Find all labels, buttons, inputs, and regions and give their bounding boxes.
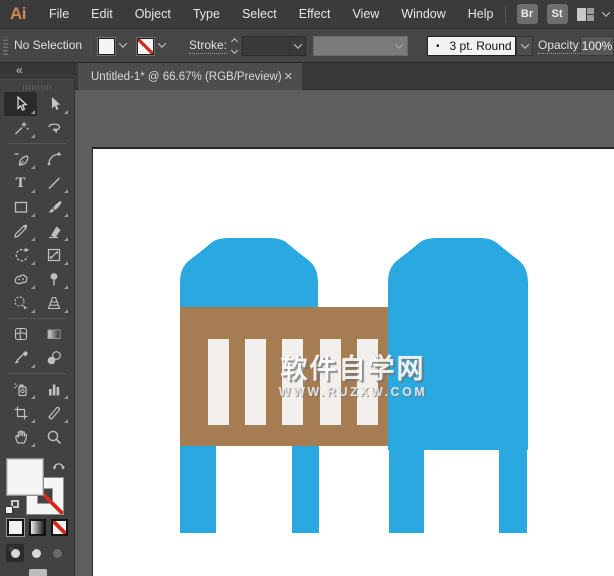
- stroke-weight-dropdown[interactable]: [290, 36, 306, 56]
- stroke-weight-stepper[interactable]: [228, 35, 240, 56]
- draw-inside-button: [48, 544, 66, 562]
- document-tab-bar: Untitled-1* @ 66.67% (RGB/Preview) ✕: [75, 63, 614, 90]
- crib-left-leg-1: [180, 443, 216, 533]
- scale-tool[interactable]: [37, 243, 70, 267]
- blend-tool[interactable]: [37, 346, 70, 370]
- screen-mode-button[interactable]: [29, 569, 47, 576]
- menu-help[interactable]: Help: [457, 0, 505, 29]
- magic-wand-tool[interactable]: [4, 116, 37, 140]
- document-tab-title: Untitled-1* @ 66.67% (RGB/Preview): [78, 71, 282, 83]
- fill-stroke-indicator: [0, 456, 75, 518]
- mesh-tool[interactable]: [4, 322, 37, 346]
- color-mode-buttons: [0, 519, 75, 536]
- none-button[interactable]: [51, 519, 68, 536]
- brush-definition-dropdown[interactable]: [313, 36, 408, 56]
- document-area: Untitled-1* @ 66.67% (RGB/Preview) ✕: [75, 63, 614, 576]
- drawing-mode-buttons: [0, 544, 75, 562]
- fill-color-swatch[interactable]: [98, 38, 115, 55]
- default-fill-stroke-icon[interactable]: [5, 500, 19, 514]
- app-logo: Ai: [10, 4, 26, 24]
- illustrator-window: Ai File Edit Object Type Select Effect V…: [0, 0, 614, 576]
- workspace-icon[interactable]: [577, 8, 594, 21]
- menu-object[interactable]: Object: [124, 0, 182, 29]
- crib-right-leg-2: [499, 447, 527, 533]
- zoom-tool[interactable]: [37, 425, 70, 449]
- crib-right-leg-1: [389, 447, 424, 533]
- variable-width-dropdown-button[interactable]: [516, 36, 533, 56]
- crib-left-leg-2: [292, 443, 319, 533]
- menu-file[interactable]: File: [38, 0, 80, 29]
- brush-value: 3 pt. Round: [450, 39, 512, 53]
- menu-type[interactable]: Type: [182, 0, 231, 29]
- artboard-tool[interactable]: [4, 401, 37, 425]
- type-tool[interactable]: T: [4, 171, 37, 195]
- opacity-field[interactable]: 100%: [580, 36, 614, 56]
- tab-close-icon[interactable]: ✕: [284, 70, 302, 83]
- direct-selection-tool[interactable]: [37, 92, 70, 116]
- stroke-color-swatch[interactable]: [137, 38, 154, 55]
- menubar-separator: [505, 5, 506, 23]
- stock-button[interactable]: St: [547, 4, 568, 24]
- curvature-tool[interactable]: [37, 147, 70, 171]
- bridge-button[interactable]: Br: [517, 4, 538, 24]
- document-tab[interactable]: Untitled-1* @ 66.67% (RGB/Preview) ✕: [78, 63, 302, 90]
- menu-edit[interactable]: Edit: [80, 0, 124, 29]
- menu-select[interactable]: Select: [231, 0, 288, 29]
- crib-right-headboard: [388, 238, 528, 450]
- gradient-button[interactable]: [29, 519, 46, 536]
- symbol-sprayer-tool[interactable]: [4, 377, 37, 401]
- pencil-tool[interactable]: [4, 219, 37, 243]
- perspective-grid-tool[interactable]: [37, 291, 70, 315]
- paintbrush-tool[interactable]: [37, 195, 70, 219]
- gradient-tool[interactable]: [37, 322, 70, 346]
- control-bar: No Selection Stroke: • 3 pt. Round Opaci…: [0, 29, 614, 63]
- menu-view[interactable]: View: [341, 0, 390, 29]
- stroke-weight-field[interactable]: [242, 36, 290, 56]
- menu-effect[interactable]: Effect: [288, 0, 342, 29]
- fill-indicator[interactable]: [6, 458, 44, 496]
- selection-status: No Selection: [14, 29, 82, 62]
- eraser-tool[interactable]: [37, 219, 70, 243]
- column-graph-tool[interactable]: [37, 377, 70, 401]
- rectangle-tool[interactable]: [4, 195, 37, 219]
- draw-normal-button[interactable]: [6, 544, 24, 562]
- line-segment-tool[interactable]: [37, 171, 70, 195]
- artboard[interactable]: 软件自学网 WWW.RUZXW.COM: [92, 147, 614, 576]
- variable-width-profile-field[interactable]: • 3 pt. Round: [427, 36, 516, 56]
- pen-tool[interactable]: [4, 147, 37, 171]
- crib-left-headboard: [180, 238, 318, 309]
- brush-preview-dot: •: [436, 41, 440, 52]
- stroke-label[interactable]: Stroke:: [189, 38, 227, 54]
- watermark-title: 软件自学网: [241, 354, 465, 384]
- slice-tool[interactable]: [37, 401, 70, 425]
- lasso-tool[interactable]: [37, 116, 70, 140]
- stroke-chevron-down-icon[interactable]: [158, 39, 166, 47]
- draw-behind-button[interactable]: [27, 544, 45, 562]
- panel-grip[interactable]: [3, 37, 8, 55]
- swap-fill-stroke-icon[interactable]: [52, 459, 66, 471]
- shape-builder-tool[interactable]: [4, 291, 37, 315]
- warp-tool[interactable]: [4, 267, 37, 291]
- crib-slat: [208, 339, 229, 425]
- menu-bar: Ai File Edit Object Type Select Effect V…: [0, 0, 614, 29]
- workspace-chevron-down-icon[interactable]: [601, 8, 609, 16]
- watermark: 软件自学网 WWW.RUZXW.COM: [241, 354, 465, 399]
- controlbar-separator: [90, 34, 91, 57]
- hand-tool[interactable]: [4, 425, 37, 449]
- menu-window[interactable]: Window: [390, 0, 456, 29]
- eyedropper-tool[interactable]: [4, 346, 37, 370]
- selection-tool[interactable]: [4, 92, 37, 116]
- rotate-tool[interactable]: [4, 243, 37, 267]
- color-button[interactable]: [7, 519, 24, 536]
- opacity-label[interactable]: Opacity:: [538, 38, 582, 54]
- fill-chevron-down-icon[interactable]: [119, 39, 127, 47]
- watermark-url: WWW.RUZXW.COM: [241, 385, 465, 399]
- pasteboard[interactable]: 软件自学网 WWW.RUZXW.COM: [75, 90, 614, 576]
- tools-panel: «: [0, 63, 75, 576]
- toolbar-collapse-button[interactable]: «: [0, 63, 74, 80]
- puppet-warp-tool[interactable]: [37, 267, 70, 291]
- toolbar-grip[interactable]: [23, 85, 51, 90]
